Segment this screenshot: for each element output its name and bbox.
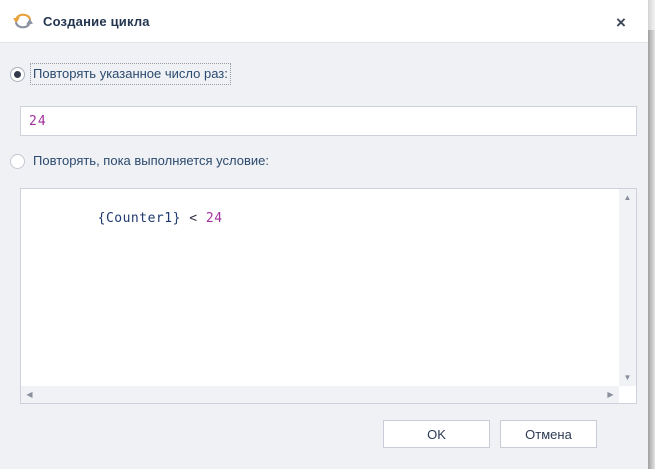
option-repeat-condition[interactable]: Повторять, пока выполняется условие: (10, 151, 271, 171)
cancel-button[interactable]: Отмена (500, 420, 597, 448)
window-edge-strip-top (648, 0, 655, 30)
dialog-title: Создание цикла (43, 13, 150, 29)
scroll-down-icon[interactable]: ▼ (619, 369, 636, 386)
radio-repeat-count-label[interactable]: Повторять указанное число раз: (30, 63, 231, 85)
scroll-up-icon[interactable]: ▲ (619, 189, 636, 206)
token-operator: < (180, 211, 206, 226)
scroll-left-icon[interactable]: ◀ (21, 386, 38, 403)
scroll-right-icon[interactable]: ▶ (602, 386, 619, 403)
loop-icon (13, 13, 33, 29)
vertical-scrollbar[interactable]: ▲ ▼ (619, 189, 636, 386)
condition-expression[interactable]: {Counter1} < 24 (31, 196, 223, 241)
close-icon[interactable]: × (608, 9, 634, 35)
repeat-count-input[interactable] (20, 106, 637, 136)
scrollbar-corner (619, 386, 636, 403)
radio-repeat-condition-label[interactable]: Повторять, пока выполняется условие: (31, 151, 271, 171)
ok-button[interactable]: OK (383, 420, 490, 448)
radio-repeat-condition[interactable] (10, 153, 25, 169)
token-number: 24 (205, 211, 223, 226)
token-identifier: {Counter1} (97, 211, 181, 226)
condition-editor[interactable]: {Counter1} < 24 ▲ ▼ ◀ ▶ (20, 188, 637, 404)
dialog-titlebar: Создание цикла × (0, 0, 648, 43)
option-repeat-count[interactable]: Повторять указанное число раз: (10, 63, 231, 85)
create-loop-dialog: Создание цикла × Повторять указанное чис… (0, 0, 648, 469)
horizontal-scrollbar[interactable]: ◀ ▶ (21, 386, 619, 403)
screen: Создание цикла × Повторять указанное чис… (0, 0, 655, 469)
window-edge-strip (648, 0, 655, 469)
radio-repeat-count[interactable] (10, 66, 25, 82)
